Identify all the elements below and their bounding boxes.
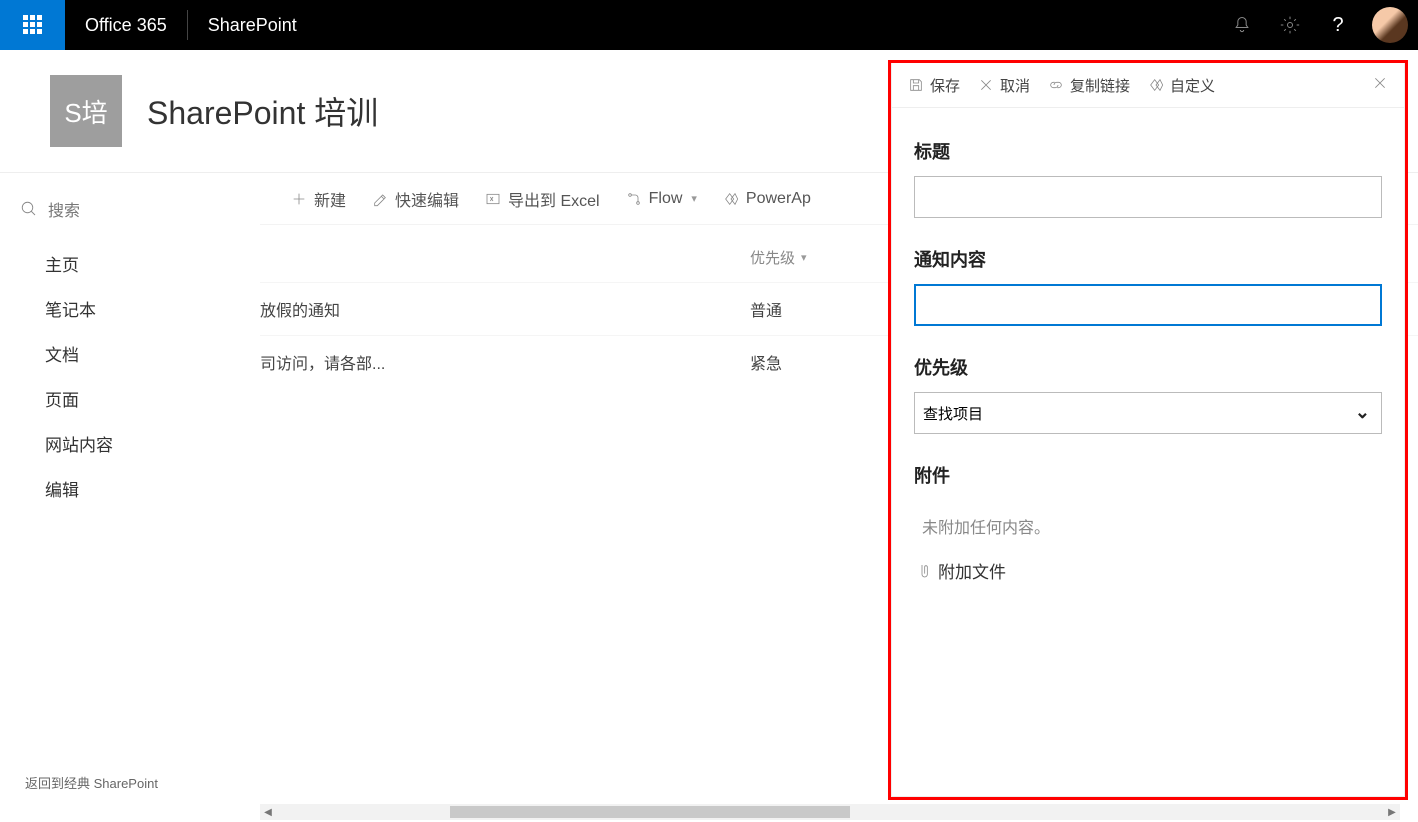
panel-customize-button[interactable]: 自定义 xyxy=(1144,73,1219,98)
label-priority: 优先级 xyxy=(914,354,1382,380)
scroll-thumb[interactable] xyxy=(450,806,850,818)
settings-icon[interactable] xyxy=(1266,0,1314,50)
topbar: Office 365 SharePoint ? xyxy=(0,0,1418,50)
cmd-new[interactable]: 新建 xyxy=(285,183,352,215)
chevron-down-icon: ▾ xyxy=(801,251,807,264)
waffle-icon xyxy=(23,15,43,35)
input-content[interactable] xyxy=(914,284,1382,326)
row-priority: 紧急 xyxy=(750,350,910,374)
attach-file-button[interactable]: 附加文件 xyxy=(914,552,1382,589)
nav-item-home[interactable]: 主页 xyxy=(0,241,260,286)
user-avatar[interactable] xyxy=(1372,7,1408,43)
column-header-priority[interactable]: 优先级 ▾ xyxy=(750,247,910,268)
scroll-left-arrow[interactable]: ◀ xyxy=(260,804,276,820)
site-tile: S培 xyxy=(50,75,122,147)
classic-sharepoint-link[interactable]: 返回到经典 SharePoint xyxy=(0,763,260,802)
search-input[interactable]: 搜索 xyxy=(20,191,240,227)
chevron-down-icon: ▾ xyxy=(691,192,697,205)
attachments-empty: 未附加任何内容。 xyxy=(914,500,1382,552)
label-title: 标题 xyxy=(914,138,1382,164)
panel-save-button[interactable]: 保存 xyxy=(904,73,964,98)
cmd-new-label: 新建 xyxy=(314,187,346,211)
search-placeholder: 搜索 xyxy=(48,197,80,221)
select-priority[interactable] xyxy=(914,392,1382,434)
app-launcher-button[interactable] xyxy=(0,0,65,50)
row-priority: 普通 xyxy=(750,297,910,321)
left-nav: 搜索 主页 笔记本 文档 页面 网站内容 编辑 返回到经典 SharePoint xyxy=(0,173,260,802)
form-panel: 保存 取消 复制链接 自定义 标题 通知内容 优先级 xyxy=(888,60,1408,800)
brand-office[interactable]: Office 365 xyxy=(65,15,187,36)
row-title: 司访问，请各部... xyxy=(260,350,750,374)
cmd-flow[interactable]: Flow ▾ xyxy=(620,186,703,212)
help-icon[interactable]: ? xyxy=(1314,0,1362,50)
row-title: 放假的通知 xyxy=(260,297,750,321)
nav-item-pages[interactable]: 页面 xyxy=(0,376,260,421)
panel-close-button[interactable] xyxy=(1368,71,1392,99)
horizontal-scrollbar[interactable]: ◀ ▶ xyxy=(260,804,1400,820)
scroll-right-arrow[interactable]: ▶ xyxy=(1384,804,1400,820)
nav-item-notebook[interactable]: 笔记本 xyxy=(0,286,260,331)
site-title[interactable]: SharePoint 培训 xyxy=(147,88,378,134)
brand-app[interactable]: SharePoint xyxy=(188,15,317,36)
nav-item-documents[interactable]: 文档 xyxy=(0,331,260,376)
cmd-powerapps[interactable]: PowerAp xyxy=(717,186,817,212)
cmd-flow-label: Flow xyxy=(649,190,683,208)
panel-cancel-button[interactable]: 取消 xyxy=(974,73,1034,98)
input-title[interactable] xyxy=(914,176,1382,218)
cmd-quickedit[interactable]: 快速编辑 xyxy=(366,183,465,215)
cmd-powerapps-label: PowerAp xyxy=(746,190,811,208)
cmd-export[interactable]: 导出到 Excel xyxy=(479,183,606,215)
nav-item-edit[interactable]: 编辑 xyxy=(0,466,260,511)
panel-toolbar: 保存 取消 复制链接 自定义 xyxy=(892,63,1404,108)
nav-item-sitecontent[interactable]: 网站内容 xyxy=(0,421,260,466)
panel-body: 标题 通知内容 优先级 ⌄ 附件 未附加任何内容。 附加文件 xyxy=(892,108,1404,609)
notifications-icon[interactable] xyxy=(1218,0,1266,50)
label-content: 通知内容 xyxy=(914,246,1382,272)
panel-copylink-button[interactable]: 复制链接 xyxy=(1044,73,1134,98)
label-attachments: 附件 xyxy=(914,462,1382,488)
cmd-export-label: 导出到 Excel xyxy=(508,187,600,211)
cmd-quickedit-label: 快速编辑 xyxy=(395,187,459,211)
